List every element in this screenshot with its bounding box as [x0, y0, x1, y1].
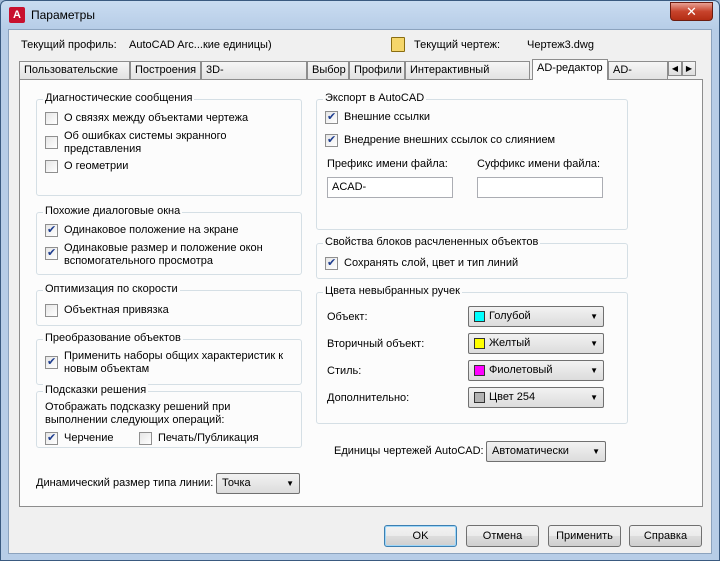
chevron-down-icon: ▼ — [590, 312, 598, 321]
speed-group: Оптимизация по скорости Объектная привяз… — [36, 283, 302, 326]
speed-title: Оптимизация по скорости — [43, 283, 180, 295]
tab-3d-modeling[interactable]: 3D-моделирование — [201, 61, 307, 92]
current-profile-value: AutoCAD Arc...кие единицы) — [129, 39, 272, 51]
tab-user[interactable]: Пользовательские — [19, 61, 130, 79]
grip-colors-group: Цвета невыбранных ручек Объект: Голубой … — [316, 285, 628, 424]
current-profile-label: Текущий профиль: — [21, 39, 117, 51]
yellow-swatch — [474, 338, 485, 349]
prefix-label: Префикс имени файла: — [327, 158, 448, 170]
linetype-label: Динамический размер типа линии: — [36, 477, 214, 489]
grip-extra-label: Дополнительно: — [327, 392, 410, 404]
window-title: Параметры — [31, 8, 95, 22]
keep-layer-label: Сохранять слой, цвет и тип линий — [344, 257, 519, 269]
diag-relations-checkbox[interactable] — [45, 112, 58, 125]
same-size-checkbox[interactable] — [45, 246, 58, 260]
similar-dialogs-title: Похожие диалоговые окна — [43, 205, 183, 217]
units-label: Единицы чертежей AutoCAD: — [334, 445, 484, 457]
grip-style-label: Стиль: — [327, 365, 362, 377]
hint-print-checkbox[interactable] — [139, 432, 152, 445]
ad-editor-panel: Диагностические сообщения О связях между… — [19, 79, 703, 507]
bind-xrefs-checkbox[interactable] — [325, 133, 338, 147]
prefix-input[interactable]: ACAD- — [327, 177, 453, 198]
same-position-label: Одинаковое положение на экране — [64, 224, 239, 236]
grip-object-label: Объект: — [327, 311, 368, 323]
magenta-swatch — [474, 365, 485, 376]
apply-props-label: Применить наборы общих характеристик к н… — [64, 350, 284, 375]
block-props-group: Свойства блоков расчлененных объектов Со… — [316, 236, 628, 279]
linetype-dropdown[interactable]: Точка ▼ — [216, 473, 300, 494]
title-bar[interactable]: A Параметры ✕ — [1, 1, 719, 29]
transform-title: Преобразование объектов — [43, 332, 183, 344]
diag-geometry-label: О геометрии — [64, 160, 129, 172]
xrefs-label: Внешние ссылки — [344, 111, 431, 123]
units-value: Автоматически — [492, 445, 569, 457]
cyan-swatch — [474, 311, 485, 322]
linetype-value: Точка — [222, 477, 251, 489]
drawing-icon — [391, 37, 405, 52]
diag-relations-label: О связях между объектами чертежа — [64, 112, 249, 124]
hint-drafting-checkbox[interactable] — [45, 431, 58, 445]
same-size-label: Одинаковые размер и положение окон вспом… — [64, 242, 263, 267]
suffix-label: Суффикс имени файла: — [477, 158, 601, 170]
tab-drafting[interactable]: Построения — [130, 61, 201, 79]
diag-geometry-checkbox[interactable] — [45, 160, 58, 173]
ok-button[interactable]: OK — [384, 525, 457, 547]
export-group: Экспорт в AutoCAD Внешние ссылки Внедрен… — [316, 92, 628, 230]
diagnostics-title: Диагностические сообщения — [43, 92, 195, 104]
xrefs-checkbox[interactable] — [325, 110, 338, 124]
grip-secondary-dropdown[interactable]: Желтый ▼ — [468, 333, 604, 354]
apply-button[interactable]: Применить — [548, 525, 621, 547]
hints-group: Подсказки решения Отображать подсказку р… — [36, 384, 302, 448]
cancel-button[interactable]: Отмена — [466, 525, 539, 547]
current-drawing-value: Чертеж3.dwg — [527, 39, 594, 51]
hints-description: Отображать подсказку решений при выполне… — [45, 401, 231, 426]
tab-ad-library[interactable]: AD-библио — [608, 61, 668, 79]
bind-xrefs-label: Внедрение внешних ссылок со слиянием — [344, 134, 556, 146]
keep-layer-checkbox[interactable] — [325, 256, 338, 270]
osnap-label: Объектная привязка — [64, 304, 169, 316]
suffix-input[interactable] — [477, 177, 603, 198]
chevron-down-icon: ▼ — [590, 393, 598, 402]
hints-title: Подсказки решения — [43, 384, 149, 396]
tab-selection[interactable]: Выбор — [307, 61, 349, 79]
diag-display-errors-checkbox[interactable] — [45, 136, 58, 149]
chevron-down-icon: ▼ — [590, 339, 598, 348]
similar-dialogs-group: Похожие диалоговые окна Одинаковое полож… — [36, 205, 302, 275]
grip-extra-dropdown[interactable]: Цвет 254 ▼ — [468, 387, 604, 408]
tab-profiles[interactable]: Профили — [349, 61, 405, 79]
apply-props-checkbox[interactable] — [45, 355, 58, 369]
grip-extra-value: Цвет 254 — [489, 391, 536, 403]
grip-object-dropdown[interactable]: Голубой ▼ — [468, 306, 604, 327]
chevron-down-icon: ▼ — [590, 366, 598, 375]
grip-style-dropdown[interactable]: Фиолетовый ▼ — [468, 360, 604, 381]
hint-drafting-label: Черчение — [64, 432, 114, 444]
diagnostics-group: Диагностические сообщения О связях между… — [36, 92, 302, 196]
chevron-down-icon: ▼ — [592, 447, 600, 456]
tab-interactive[interactable]: Интерактивный режим — [405, 61, 530, 92]
current-drawing-label: Текущий чертеж: — [414, 39, 501, 51]
gray-swatch — [474, 392, 485, 403]
grip-style-value: Фиолетовый — [489, 364, 553, 376]
close-button[interactable]: ✕ — [670, 2, 713, 21]
dialog-client-area: Текущий профиль: AutoCAD Arc...кие едини… — [8, 29, 712, 554]
units-dropdown[interactable]: Автоматически ▼ — [486, 441, 606, 462]
grip-secondary-label: Вторичный объект: — [327, 338, 425, 350]
tab-scroll-left-icon[interactable]: ◀ — [668, 61, 682, 76]
autocad-logo-icon: A — [9, 7, 25, 23]
grip-colors-title: Цвета невыбранных ручек — [323, 285, 462, 297]
diag-display-errors-label: Об ошибках системы экранного представлен… — [64, 130, 227, 155]
grip-object-value: Голубой — [489, 310, 531, 322]
same-position-checkbox[interactable] — [45, 223, 58, 237]
options-dialog: A Параметры ✕ Текущий профиль: AutoCAD A… — [0, 0, 720, 561]
chevron-down-icon: ▼ — [286, 479, 294, 488]
tab-scroll-right-icon[interactable]: ▶ — [682, 61, 696, 76]
hint-print-label: Печать/Публикация — [158, 432, 259, 444]
grip-secondary-value: Желтый — [489, 337, 531, 349]
export-title: Экспорт в AutoCAD — [323, 92, 427, 104]
block-props-title: Свойства блоков расчлененных объектов — [323, 236, 541, 248]
transform-group: Преобразование объектов Применить наборы… — [36, 332, 302, 385]
tab-ad-editor[interactable]: AD-редактор — [532, 59, 608, 80]
osnap-checkbox[interactable] — [45, 304, 58, 317]
help-button[interactable]: Справка — [629, 525, 702, 547]
